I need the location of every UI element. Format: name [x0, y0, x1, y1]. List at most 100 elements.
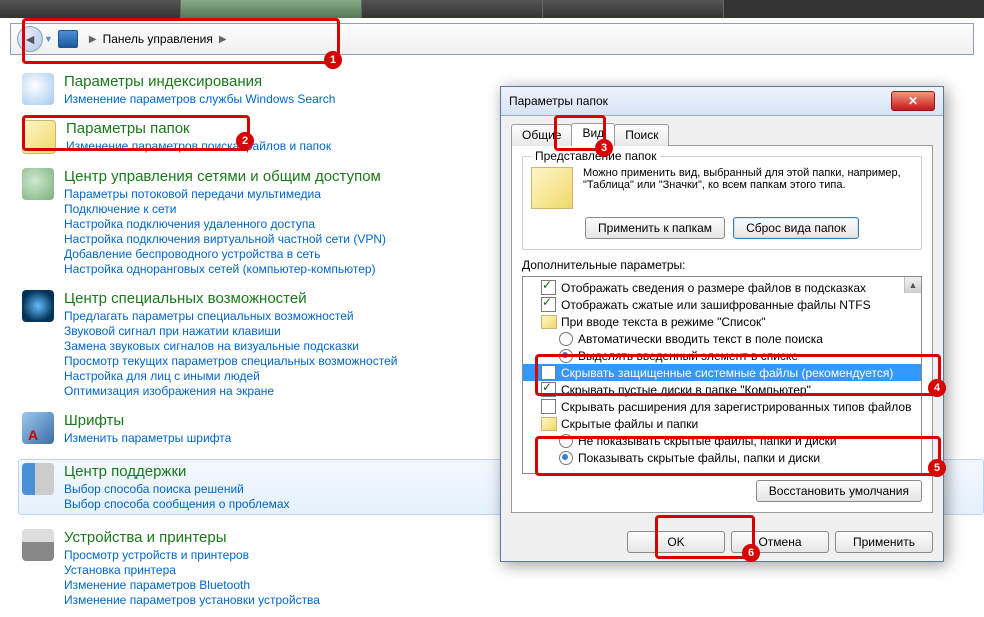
- category-link[interactable]: Настройка для лиц с иными людей: [64, 369, 397, 383]
- category-link[interactable]: Настройка одноранговых сетей (компьютер-…: [64, 262, 386, 276]
- action-center-icon: [22, 463, 54, 495]
- tree-label: Отображать сжатые или зашифрованные файл…: [561, 298, 871, 312]
- checkbox[interactable]: [541, 280, 556, 295]
- tree-label: При вводе текста в режиме "Список": [561, 315, 766, 329]
- folder-options-dialog: Параметры папок ✕ Общие Вид Поиск Предст…: [500, 86, 944, 562]
- tree-label: Скрывать защищенные системные файлы (рек…: [561, 366, 893, 380]
- category-title[interactable]: Параметры индексирования: [64, 73, 335, 90]
- tree-row[interactable]: Скрывать пустые диски в папке "Компьютер…: [523, 381, 921, 398]
- radio[interactable]: [559, 332, 573, 346]
- folder-icon: [541, 417, 557, 431]
- tree-row[interactable]: Выделять введенный элемент в списке: [523, 347, 921, 364]
- back-arrow-icon: ◄: [17, 26, 43, 52]
- folder-icon: [541, 315, 557, 329]
- category-link[interactable]: Просмотр текущих параметров специальных …: [64, 354, 397, 368]
- indexing-icon: [22, 73, 54, 105]
- radio[interactable]: [559, 451, 573, 465]
- radio[interactable]: [559, 349, 573, 363]
- close-icon: ✕: [908, 94, 918, 108]
- tree-label: Отображать сведения о размере файлов в п…: [561, 281, 866, 295]
- category-title[interactable]: Центр управления сетями и общим доступом: [64, 168, 386, 185]
- annotation-badge: 4: [928, 379, 946, 397]
- browser-tab[interactable]: [0, 0, 181, 18]
- dialog-title: Параметры папок: [509, 94, 891, 108]
- category-title[interactable]: Центр поддержки: [64, 463, 290, 480]
- restore-defaults-button[interactable]: Восстановить умолчания: [756, 480, 922, 502]
- tab-general[interactable]: Общие: [511, 124, 572, 146]
- radio[interactable]: [559, 434, 573, 448]
- category-link[interactable]: Просмотр устройств и принтеров: [64, 548, 320, 562]
- category-link[interactable]: Добавление беспроводного устройства в се…: [64, 247, 386, 261]
- address-bar-wrap: ◄ ▼ ▶ Панель управления ▶ 1: [0, 18, 984, 63]
- advanced-settings-tree[interactable]: ▲ Отображать сведения о размере файлов в…: [522, 276, 922, 474]
- breadcrumb-control-panel[interactable]: Панель управления: [103, 32, 213, 46]
- tree-label: Автоматически вводить текст в поле поиск…: [578, 332, 823, 346]
- dialog-tabs: Общие Вид Поиск: [511, 124, 933, 146]
- category-link[interactable]: Звуковой сигнал при нажатии клавиши: [64, 324, 397, 338]
- tree-row[interactable]: Отображать сведения о размере файлов в п…: [523, 279, 921, 296]
- annotation-badge: 2: [236, 132, 254, 150]
- category-title[interactable]: Устройства и принтеры: [64, 529, 320, 546]
- folder-views-group: Представление папок Можно применить вид,…: [522, 156, 922, 250]
- browser-tab[interactable]: [543, 0, 724, 18]
- category-link[interactable]: Настройка подключения виртуальной частно…: [64, 232, 386, 246]
- devices-icon: [22, 529, 54, 561]
- browser-tab-strip: [0, 0, 984, 18]
- browser-tab[interactable]: [181, 0, 362, 18]
- nav-back-button[interactable]: ◄: [14, 26, 46, 52]
- apply-button[interactable]: Применить: [835, 531, 933, 553]
- checkbox[interactable]: [541, 297, 556, 312]
- annotation-badge: 1: [324, 51, 342, 69]
- category-title[interactable]: Параметры папок: [66, 120, 331, 137]
- address-bar[interactable]: ◄ ▼ ▶ Панель управления ▶: [10, 23, 974, 55]
- checkbox[interactable]: [541, 382, 556, 397]
- tree-row[interactable]: Не показывать скрытые файлы, папки и дис…: [523, 432, 921, 449]
- browser-tab[interactable]: [362, 0, 543, 18]
- tree-row[interactable]: При вводе текста в режиме "Список": [523, 313, 921, 330]
- category-link[interactable]: Предлагать параметры специальных возможн…: [64, 309, 397, 323]
- reset-folders-button[interactable]: Сброс вида папок: [733, 217, 859, 239]
- fonts-icon: [22, 412, 54, 444]
- category-link[interactable]: Оптимизация изображения на экране: [64, 384, 397, 398]
- category-link[interactable]: Изменение параметров установки устройств…: [64, 593, 320, 607]
- category-title[interactable]: Шрифты: [64, 412, 231, 429]
- apply-to-folders-button[interactable]: Применить к папкам: [585, 217, 725, 239]
- category-link[interactable]: Изменение параметров службы Windows Sear…: [64, 92, 335, 106]
- category-link[interactable]: Изменить параметры шрифта: [64, 431, 231, 445]
- close-button[interactable]: ✕: [891, 91, 935, 111]
- category-link[interactable]: Установка принтера: [64, 563, 320, 577]
- tree-row[interactable]: Показывать скрытые файлы, папки и диски: [523, 449, 921, 466]
- checkbox[interactable]: [541, 399, 556, 414]
- tree-label: Выделять введенный элемент в списке: [578, 349, 798, 363]
- tree-row[interactable]: Скрытые файлы и папки: [523, 415, 921, 432]
- category-link[interactable]: Подключение к сети: [64, 202, 386, 216]
- category-link[interactable]: Изменение параметров Bluetooth: [64, 578, 320, 592]
- tree-row[interactable]: Скрывать расширения для зарегистрированн…: [523, 398, 921, 415]
- dialog-button-row: OK Отмена Применить: [501, 523, 943, 561]
- checkbox[interactable]: [541, 365, 556, 380]
- tab-panel-view: Представление папок Можно применить вид,…: [511, 145, 933, 513]
- category-link[interactable]: Выбор способа сообщения о проблемах: [64, 497, 290, 511]
- tree-label: Скрытые файлы и папки: [561, 417, 698, 431]
- category-title[interactable]: Центр специальных возможностей: [64, 290, 397, 307]
- category-link[interactable]: Выбор способа поиска решений: [64, 482, 290, 496]
- category-link[interactable]: Параметры потоковой передачи мультимедиа: [64, 187, 386, 201]
- advanced-settings-label: Дополнительные параметры:: [522, 258, 922, 272]
- annotation-badge: 6: [742, 544, 760, 562]
- control-panel-icon: [58, 30, 78, 48]
- category-link[interactable]: Настройка подключения удаленного доступа: [64, 217, 386, 231]
- folder-options-icon: [22, 120, 56, 154]
- ok-button[interactable]: OK: [627, 531, 725, 553]
- tree-label: Скрывать расширения для зарегистрированн…: [561, 400, 911, 414]
- tab-search[interactable]: Поиск: [614, 124, 669, 146]
- ease-access-icon: [22, 290, 54, 322]
- tree-row[interactable]: Скрывать защищенные системные файлы (рек…: [523, 364, 921, 381]
- annotation-badge: 5: [928, 459, 946, 477]
- nav-dropdown-icon[interactable]: ▼: [44, 34, 53, 44]
- tree-row[interactable]: Автоматически вводить текст в поле поиск…: [523, 330, 921, 347]
- tree-row[interactable]: Отображать сжатые или зашифрованные файл…: [523, 296, 921, 313]
- category-link[interactable]: Изменение параметров поиска файлов и пап…: [66, 139, 331, 153]
- dialog-titlebar[interactable]: Параметры папок ✕: [501, 87, 943, 116]
- scroll-up-icon[interactable]: ▲: [904, 277, 921, 293]
- category-link[interactable]: Замена звуковых сигналов на визуальные п…: [64, 339, 397, 353]
